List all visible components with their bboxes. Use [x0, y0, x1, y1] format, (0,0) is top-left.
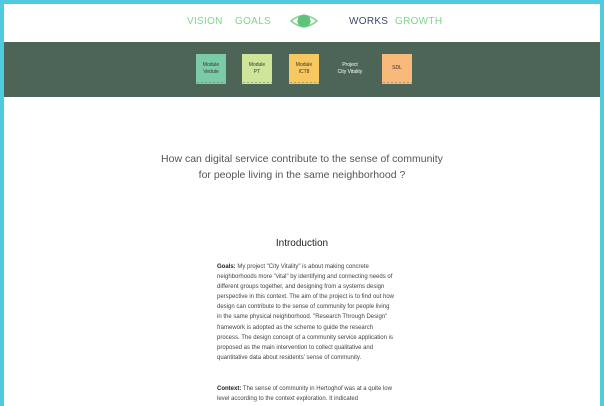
- research-question: How can digital service contribute to th…: [4, 151, 600, 183]
- module-card-line1: SDL: [392, 65, 402, 72]
- research-question-line1: How can digital service contribute to th…: [161, 153, 443, 165]
- project-card-city-vitality[interactable]: Project City Vitality: [334, 54, 366, 84]
- nav-goals-link[interactable]: GOALS: [235, 16, 271, 27]
- eye-logo-icon[interactable]: [289, 10, 319, 32]
- module-card-pt[interactable]: Module PT: [242, 54, 272, 84]
- module-card-ict8[interactable]: Module ICT8: [289, 54, 319, 84]
- page-frame: VISION GOALS WORKS GROWTH Module Vedute …: [4, 4, 600, 406]
- nav-works-link[interactable]: WORKS: [349, 16, 388, 27]
- context-paragraph: Context: The sense of community in Herto…: [217, 384, 395, 404]
- research-question-line2: for people living in the same neighborho…: [198, 169, 406, 181]
- module-card-line2: ICT8: [298, 68, 310, 75]
- module-card-line2: PT: [253, 68, 261, 75]
- module-card-sdl[interactable]: SDL: [382, 54, 412, 84]
- module-bar: Module Vedute Module PT Module ICT8 Proj…: [4, 42, 600, 97]
- module-card-vedute[interactable]: Module Vedute: [196, 54, 226, 84]
- module-card-line2: City Vitality: [337, 68, 363, 75]
- goals-text: My project "City Vitality" is about maki…: [217, 264, 394, 361]
- introduction-heading: Introduction: [275, 238, 329, 249]
- nav-growth-link[interactable]: GROWTH: [395, 16, 442, 27]
- context-text: The sense of community in Hertoghof was …: [217, 386, 392, 403]
- goals-label: Goals:: [217, 264, 236, 270]
- nav-vision-link[interactable]: VISION: [187, 16, 223, 27]
- top-navigation: VISION GOALS WORKS GROWTH: [4, 4, 600, 42]
- context-label: Context:: [217, 386, 242, 392]
- module-card-line2: Vedute: [203, 68, 219, 75]
- goals-paragraph: Goals: My project "City Vitality" is abo…: [217, 262, 395, 363]
